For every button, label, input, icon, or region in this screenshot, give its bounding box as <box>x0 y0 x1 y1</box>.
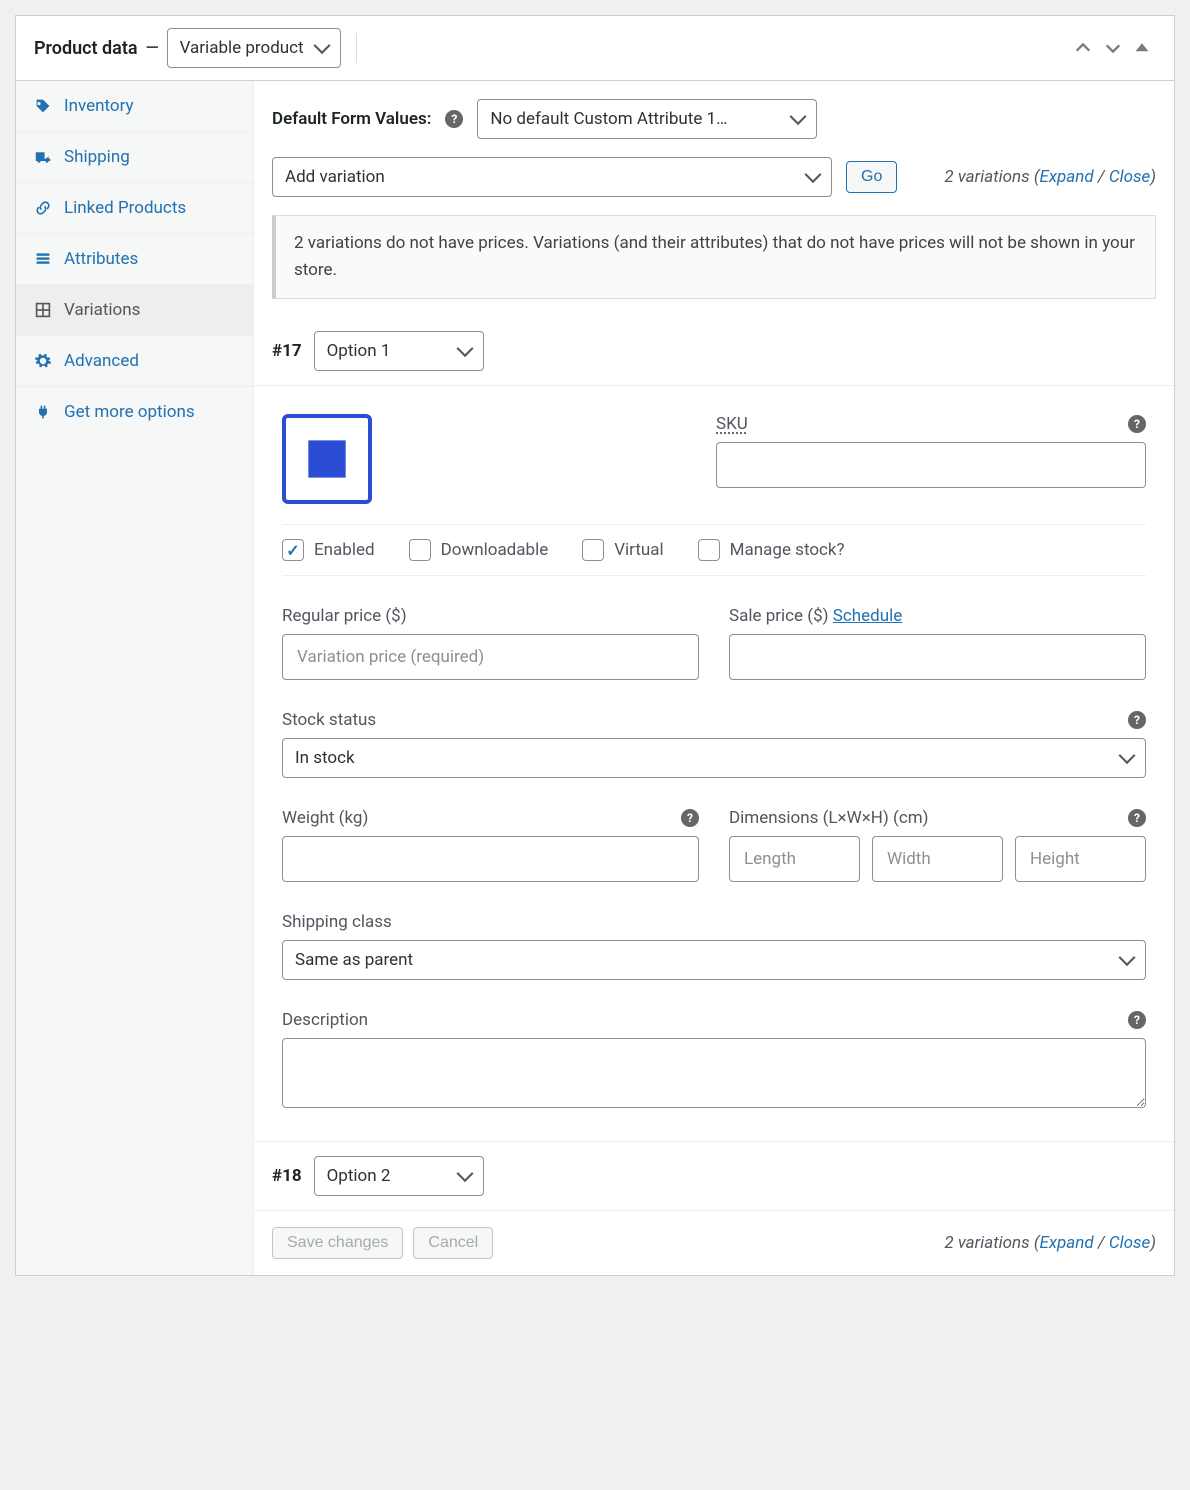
main-content: Default Form Values: ? No default Custom… <box>254 81 1174 1275</box>
variations-count-top: 2 variations (Expand / Close) <box>944 167 1156 187</box>
variation-17-body: SKU ? Enabled Downloadable <box>254 385 1174 1141</box>
sale-price-label: Sale price ($) <box>729 606 833 626</box>
length-input[interactable] <box>729 836 860 882</box>
plug-icon <box>34 403 52 421</box>
sidebar: Inventory Shipping Linked Products Attri… <box>16 81 254 1275</box>
help-icon[interactable]: ? <box>681 809 699 827</box>
shipping-class-select[interactable]: Same as parent <box>282 940 1146 980</box>
width-input[interactable] <box>872 836 1003 882</box>
downloadable-checkbox[interactable]: Downloadable <box>409 539 549 561</box>
regular-price-label: Regular price ($) <box>282 606 407 626</box>
variations-count-bottom: 2 variations (Expand / Close) <box>944 1233 1156 1253</box>
tag-icon <box>34 97 52 115</box>
list-icon <box>34 250 52 268</box>
dimensions-label: Dimensions (L×W×H) (cm) <box>729 808 929 828</box>
default-form-values-label: Default Form Values: <box>272 109 431 129</box>
sidebar-item-linked[interactable]: Linked Products <box>16 183 253 234</box>
checkbox-icon <box>409 539 431 561</box>
checkbox-row: Enabled Downloadable Virtual Manage stoc… <box>282 524 1146 576</box>
variation-17-option-select[interactable]: Option 1 <box>314 331 484 371</box>
close-link[interactable]: Close <box>1109 1233 1150 1253</box>
enabled-checkbox[interactable]: Enabled <box>282 539 375 561</box>
expand-link[interactable]: Expand <box>1039 1233 1093 1253</box>
expand-link[interactable]: Expand <box>1039 167 1093 187</box>
help-icon[interactable]: ? <box>1128 711 1146 729</box>
sale-price-input[interactable] <box>729 634 1146 680</box>
sidebar-item-shipping[interactable]: Shipping <box>16 132 253 183</box>
checkbox-icon <box>582 539 604 561</box>
go-button[interactable]: Go <box>846 161 897 193</box>
footer-row: Save changes Cancel 2 variations (Expand… <box>254 1210 1174 1275</box>
default-form-values-row: Default Form Values: ? No default Custom… <box>254 81 1174 157</box>
sku-label: SKU <box>716 414 748 434</box>
help-icon[interactable]: ? <box>1128 415 1146 433</box>
sidebar-item-inventory[interactable]: Inventory <box>16 81 253 132</box>
help-icon[interactable]: ? <box>1128 1011 1146 1029</box>
move-down-icon[interactable] <box>1098 39 1128 57</box>
variation-17-header[interactable]: #17 Option 1 <box>254 317 1174 385</box>
close-link[interactable]: Close <box>1109 167 1150 187</box>
save-changes-button[interactable]: Save changes <box>272 1227 403 1259</box>
sidebar-item-more[interactable]: Get more options <box>16 387 253 437</box>
grid-icon <box>34 301 52 319</box>
truck-icon <box>34 148 52 166</box>
link-icon <box>34 199 52 217</box>
default-attribute-select[interactable]: No default Custom Attribute 1… <box>477 99 817 139</box>
stock-status-select[interactable]: In stock <box>282 738 1146 778</box>
gear-icon <box>34 352 52 370</box>
weight-label: Weight (kg) <box>282 808 368 828</box>
variation-id: #18 <box>272 1166 302 1186</box>
help-icon[interactable]: ? <box>445 110 463 128</box>
product-type-select[interactable]: Variable product <box>167 28 341 68</box>
variation-18-header[interactable]: #18 Option 2 <box>254 1141 1174 1210</box>
cancel-button[interactable]: Cancel <box>413 1227 493 1259</box>
height-input[interactable] <box>1015 836 1146 882</box>
product-data-panel: Product data — Variable product Inventor… <box>15 15 1175 1276</box>
panel-title: Product data <box>34 38 138 59</box>
variation-18-option-select[interactable]: Option 2 <box>314 1156 484 1196</box>
variation-image-upload[interactable] <box>282 414 372 504</box>
add-variation-select[interactable]: Add variation <box>272 157 832 197</box>
panel-header: Product data — Variable product <box>16 16 1174 81</box>
weight-input[interactable] <box>282 836 699 882</box>
manage-stock-checkbox[interactable]: Manage stock? <box>698 539 845 561</box>
sidebar-item-variations[interactable]: Variations <box>16 285 253 336</box>
help-icon[interactable]: ? <box>1128 809 1146 827</box>
checkbox-icon <box>698 539 720 561</box>
description-textarea[interactable] <box>282 1038 1146 1108</box>
sku-input[interactable] <box>716 442 1146 488</box>
add-variation-row: Add variation Go 2 variations (Expand / … <box>254 157 1174 215</box>
regular-price-input[interactable] <box>282 634 699 680</box>
virtual-checkbox[interactable]: Virtual <box>582 539 663 561</box>
stock-status-label: Stock status <box>282 710 376 730</box>
variation-id: #17 <box>272 341 302 361</box>
price-warning-notice: 2 variations do not have prices. Variati… <box>272 215 1156 299</box>
checkbox-icon <box>282 539 304 561</box>
schedule-link[interactable]: Schedule <box>833 606 902 626</box>
move-up-icon[interactable] <box>1068 39 1098 57</box>
sidebar-item-advanced[interactable]: Advanced <box>16 336 253 387</box>
shipping-class-label: Shipping class <box>282 912 392 932</box>
panel-body: Inventory Shipping Linked Products Attri… <box>16 81 1174 1275</box>
description-label: Description <box>282 1010 368 1030</box>
collapse-icon[interactable] <box>1128 40 1156 56</box>
sidebar-item-attributes[interactable]: Attributes <box>16 234 253 285</box>
